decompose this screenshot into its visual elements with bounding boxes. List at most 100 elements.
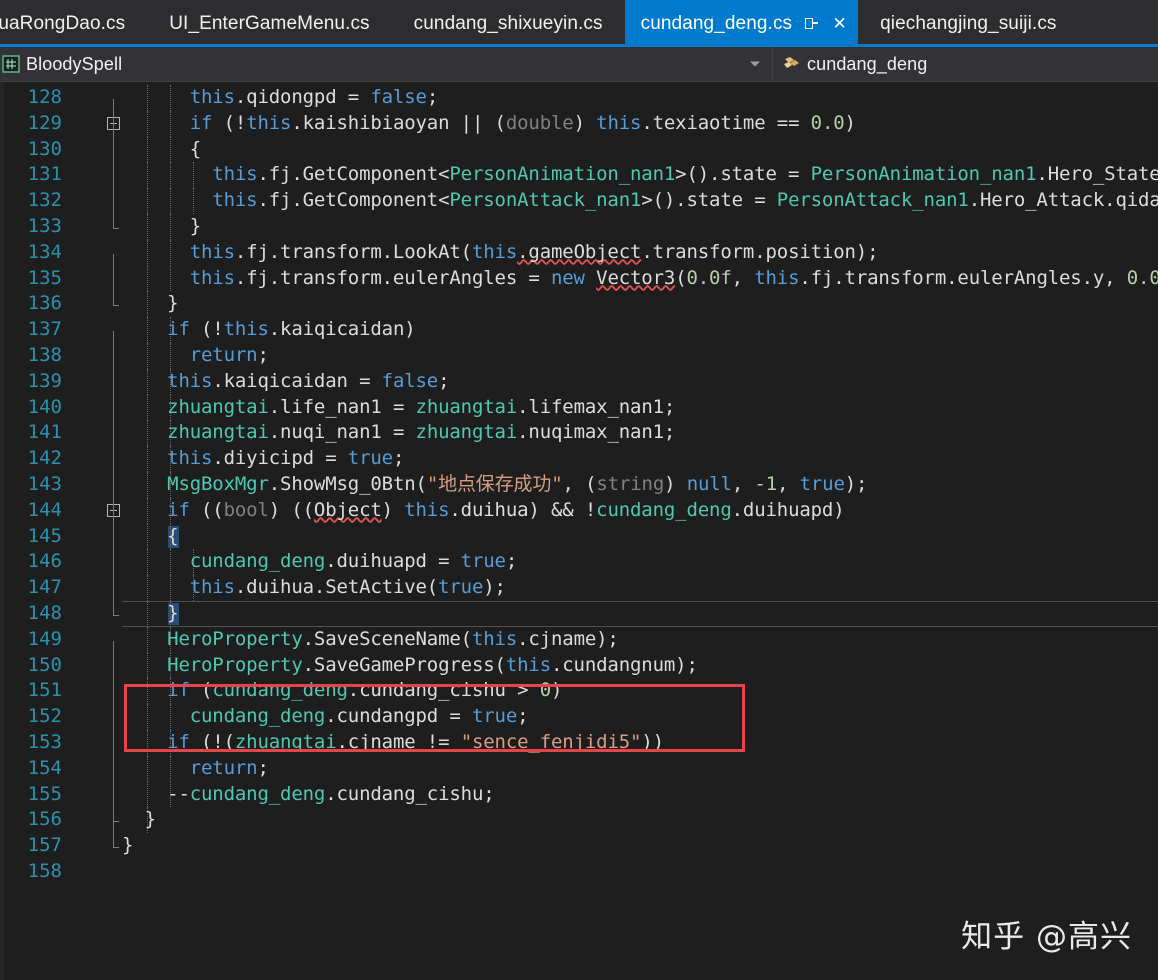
code-line[interactable]: 140 zhuangtai.life_nan1 = zhuangtai.life… xyxy=(0,394,1158,421)
code-line[interactable]: 135 this.fj.transform.eulerAngles = new … xyxy=(0,265,1158,292)
code-line[interactable]: 130 { xyxy=(0,136,1158,163)
line-number: 143 xyxy=(27,473,62,495)
code-text: if (!(zhuangtai.cjname != "sence_fenjidi… xyxy=(167,731,664,753)
code-text: this.fj.GetComponent<PersonAttack_nan1>(… xyxy=(212,189,1158,212)
code-text: zhuangtai.life_nan1 = zhuangtai.lifemax_… xyxy=(167,395,676,418)
code-line[interactable]: 153 if (!(zhuangtai.cjname != "sence_fen… xyxy=(0,730,1158,756)
code-line[interactable]: 152 cundang_deng.cundangpd = true; xyxy=(0,704,1158,730)
code-line[interactable]: 136 } xyxy=(0,291,1158,318)
code-text: this.duihua.SetActive(true); xyxy=(189,576,506,599)
code-text: this.fj.GetComponent<PersonAnimation_nan… xyxy=(212,163,1158,186)
code-text: if (cundang_deng.cundang_cishu > 0) xyxy=(167,679,563,702)
code-text: if ((bool) ((Object) this.duihua) && !cu… xyxy=(167,498,845,521)
code-line[interactable]: 149 HeroProperty.SaveSceneName(this.cjna… xyxy=(0,626,1158,653)
tab-qiechangjing-suiji[interactable]: qiechangjing_suiji.cs xyxy=(858,0,1079,47)
code-line[interactable]: 147 this.duihua.SetActive(true); xyxy=(0,575,1158,601)
code-line[interactable]: 151 if (cundang_deng.cundang_cishu > 0) xyxy=(0,678,1158,705)
line-number: 135 xyxy=(27,266,62,289)
code-line[interactable]: 139 this.kaiqicaidan = false; xyxy=(0,368,1158,395)
tab-ui-entergamemenu[interactable]: UI_EnterGameMenu.cs xyxy=(147,0,392,47)
line-number: 156 xyxy=(27,808,62,831)
code-line[interactable]: 145 { xyxy=(0,523,1158,550)
code-line[interactable]: 158 xyxy=(0,859,1158,885)
code-text: cundang_deng.cundangpd = true; xyxy=(189,705,529,728)
code-text: if (!this.kaiqicaidan) xyxy=(167,318,416,341)
code-line[interactable]: 154 return; xyxy=(0,755,1158,782)
line-number: 133 xyxy=(27,215,62,237)
project-name: BloodySpell xyxy=(26,53,123,74)
project-dropdown[interactable]: BloodySpell xyxy=(0,47,772,81)
line-number: 145 xyxy=(27,524,62,547)
code-line[interactable]: 155 --cundang_deng.cundang_cishu; xyxy=(0,781,1158,808)
code-line[interactable]: 131 this.fj.GetComponent<PersonAnimation… xyxy=(0,162,1158,189)
code-line[interactable]: 141 zhuangtai.nuqi_nan1 = zhuangtai.nuqi… xyxy=(0,420,1158,447)
line-number: 154 xyxy=(27,756,62,779)
code-line[interactable]: 150 HeroProperty.SaveGameProgress(this.c… xyxy=(0,652,1158,679)
code-line[interactable]: 143 MsgBoxMgr.ShowMsg_0Btn("地点保存成功", (st… xyxy=(0,472,1158,498)
code-text: { xyxy=(122,524,179,547)
code-line[interactable]: 138 return; xyxy=(0,343,1158,369)
code-line[interactable]: 129 if (!this.kaishibiaoyan || (double) … xyxy=(0,110,1158,137)
line-number: 153 xyxy=(27,731,62,753)
tab-label: UI_EnterGameMenu.cs xyxy=(169,13,370,34)
csharp-project-icon xyxy=(2,55,20,73)
code-text: HeroProperty.SaveSceneName(this.cjname); xyxy=(167,627,619,650)
line-number: 150 xyxy=(27,653,62,676)
line-number: 134 xyxy=(27,240,62,263)
line-number: 142 xyxy=(27,447,62,470)
close-tab-icon[interactable]: ✕ xyxy=(831,15,848,32)
member-name: cundang_deng xyxy=(807,53,928,74)
code-line[interactable]: 157} xyxy=(0,833,1158,859)
line-number: 151 xyxy=(27,679,62,702)
line-number: 132 xyxy=(27,189,62,212)
code-text: } xyxy=(122,215,202,237)
code-text: HeroProperty.SaveGameProgress(this.cunda… xyxy=(167,653,698,676)
code-text: this.diyicipd = true; xyxy=(167,447,405,470)
tab-cundang-deng-active[interactable]: cundang_deng.cs ✕ xyxy=(624,0,859,47)
code-text: } xyxy=(122,834,134,857)
code-line[interactable]: 142 this.diyicipd = true; xyxy=(0,446,1158,472)
line-number: 155 xyxy=(27,782,62,805)
chevron-down-icon[interactable] xyxy=(750,61,760,67)
code-text: return; xyxy=(189,344,269,366)
line-number: 157 xyxy=(27,834,62,857)
line-number: 141 xyxy=(27,421,62,444)
code-text: zhuangtai.nuqi_nan1 = zhuangtai.nuqimax_… xyxy=(167,421,676,444)
tab-label: luaRongDao.cs xyxy=(0,13,126,34)
code-text: this.qidongpd = false; xyxy=(189,86,439,108)
code-line[interactable]: 128 this.qidongpd = false; xyxy=(0,85,1158,111)
line-number: 137 xyxy=(27,318,62,341)
line-number: 136 xyxy=(27,292,62,315)
pin-tab-icon[interactable] xyxy=(803,15,820,32)
line-number: 138 xyxy=(27,344,62,366)
code-text: this.kaiqicaidan = false; xyxy=(167,369,450,392)
class-icon xyxy=(781,55,801,73)
line-number: 130 xyxy=(27,137,62,160)
editor-tab-bar: luaRongDao.cs UI_EnterGameMenu.cs cundan… xyxy=(0,0,1158,47)
line-number: 129 xyxy=(27,111,62,134)
line-number: 152 xyxy=(27,705,62,728)
code-line[interactable]: 134 this.fj.transform.LookAt(this.gameOb… xyxy=(0,239,1158,266)
watermark-text: 知乎 @高兴 xyxy=(961,919,1132,955)
code-line[interactable]: 156 } xyxy=(0,807,1158,834)
line-number: 131 xyxy=(27,163,62,186)
line-number: 158 xyxy=(27,860,62,882)
code-text: this.fj.transform.eulerAngles = new Vect… xyxy=(189,266,1158,289)
tab-luaRongDao[interactable]: luaRongDao.cs xyxy=(0,0,148,47)
code-text: if (!this.kaishibiaoyan || (double) this… xyxy=(189,111,856,134)
tab-label: cundang_deng.cs xyxy=(640,13,793,34)
code-line[interactable]: 146 cundang_deng.duihuapd = true; xyxy=(0,549,1158,576)
code-text: } xyxy=(122,292,179,315)
code-line[interactable]: 148 } xyxy=(0,601,1158,627)
code-text: { xyxy=(122,137,202,160)
code-line[interactable]: 144 if ((bool) ((Object) this.duihua) &&… xyxy=(0,497,1158,524)
line-number: 147 xyxy=(27,576,62,599)
tab-cundang-shixueyin[interactable]: cundang_shixueyin.cs xyxy=(391,0,625,47)
member-dropdown[interactable]: cundang_deng xyxy=(772,47,1158,81)
code-line[interactable]: 132 this.fj.GetComponent<PersonAttack_na… xyxy=(0,188,1158,214)
code-line[interactable]: 137 if (!this.kaiqicaidan) xyxy=(0,317,1158,343)
code-line[interactable]: 133 } xyxy=(0,214,1158,240)
code-editor[interactable]: 128 this.qidongpd = false; 129 if (!this.… xyxy=(0,82,1158,980)
line-number: 146 xyxy=(27,550,62,573)
line-number: 148 xyxy=(27,602,62,624)
